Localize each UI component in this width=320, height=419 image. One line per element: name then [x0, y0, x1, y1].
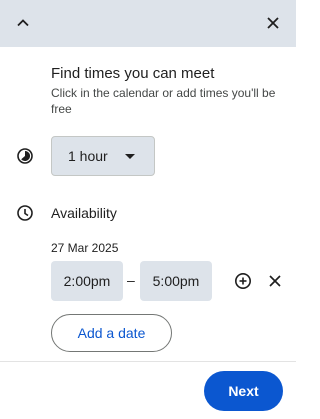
add-circle-icon: [235, 273, 251, 289]
close-button[interactable]: [258, 8, 288, 38]
close-icon: [267, 17, 279, 29]
footer-divider: [0, 361, 296, 362]
time-separator: –: [127, 272, 135, 288]
collapse-button[interactable]: [8, 8, 38, 38]
end-time-select[interactable]: 5:00pm: [140, 261, 212, 301]
end-time-value: 5:00pm: [152, 273, 200, 289]
dropdown-caret-icon: [125, 154, 135, 159]
next-button[interactable]: Next: [204, 371, 283, 411]
chevron-up-icon: [17, 19, 29, 27]
availability-date: 27 Mar 2025: [51, 241, 119, 255]
panel-title: Find times you can meet: [51, 65, 215, 82]
duration-value: 1 hour: [68, 148, 108, 164]
panel-header: [0, 0, 296, 47]
start-time-select[interactable]: 2:00pm: [51, 261, 123, 301]
add-date-button[interactable]: Add a date: [51, 314, 172, 352]
duration-select[interactable]: 1 hour: [51, 136, 155, 176]
remove-time-button[interactable]: [267, 273, 283, 289]
clock-icon: [16, 204, 34, 222]
start-time-value: 2:00pm: [63, 273, 111, 289]
availability-label: Availability: [51, 205, 117, 221]
panel-subtitle: Click in the calendar or add times you'l…: [51, 86, 276, 116]
add-time-button[interactable]: [234, 272, 252, 290]
close-icon: [269, 275, 281, 287]
timer-icon: [16, 147, 34, 165]
